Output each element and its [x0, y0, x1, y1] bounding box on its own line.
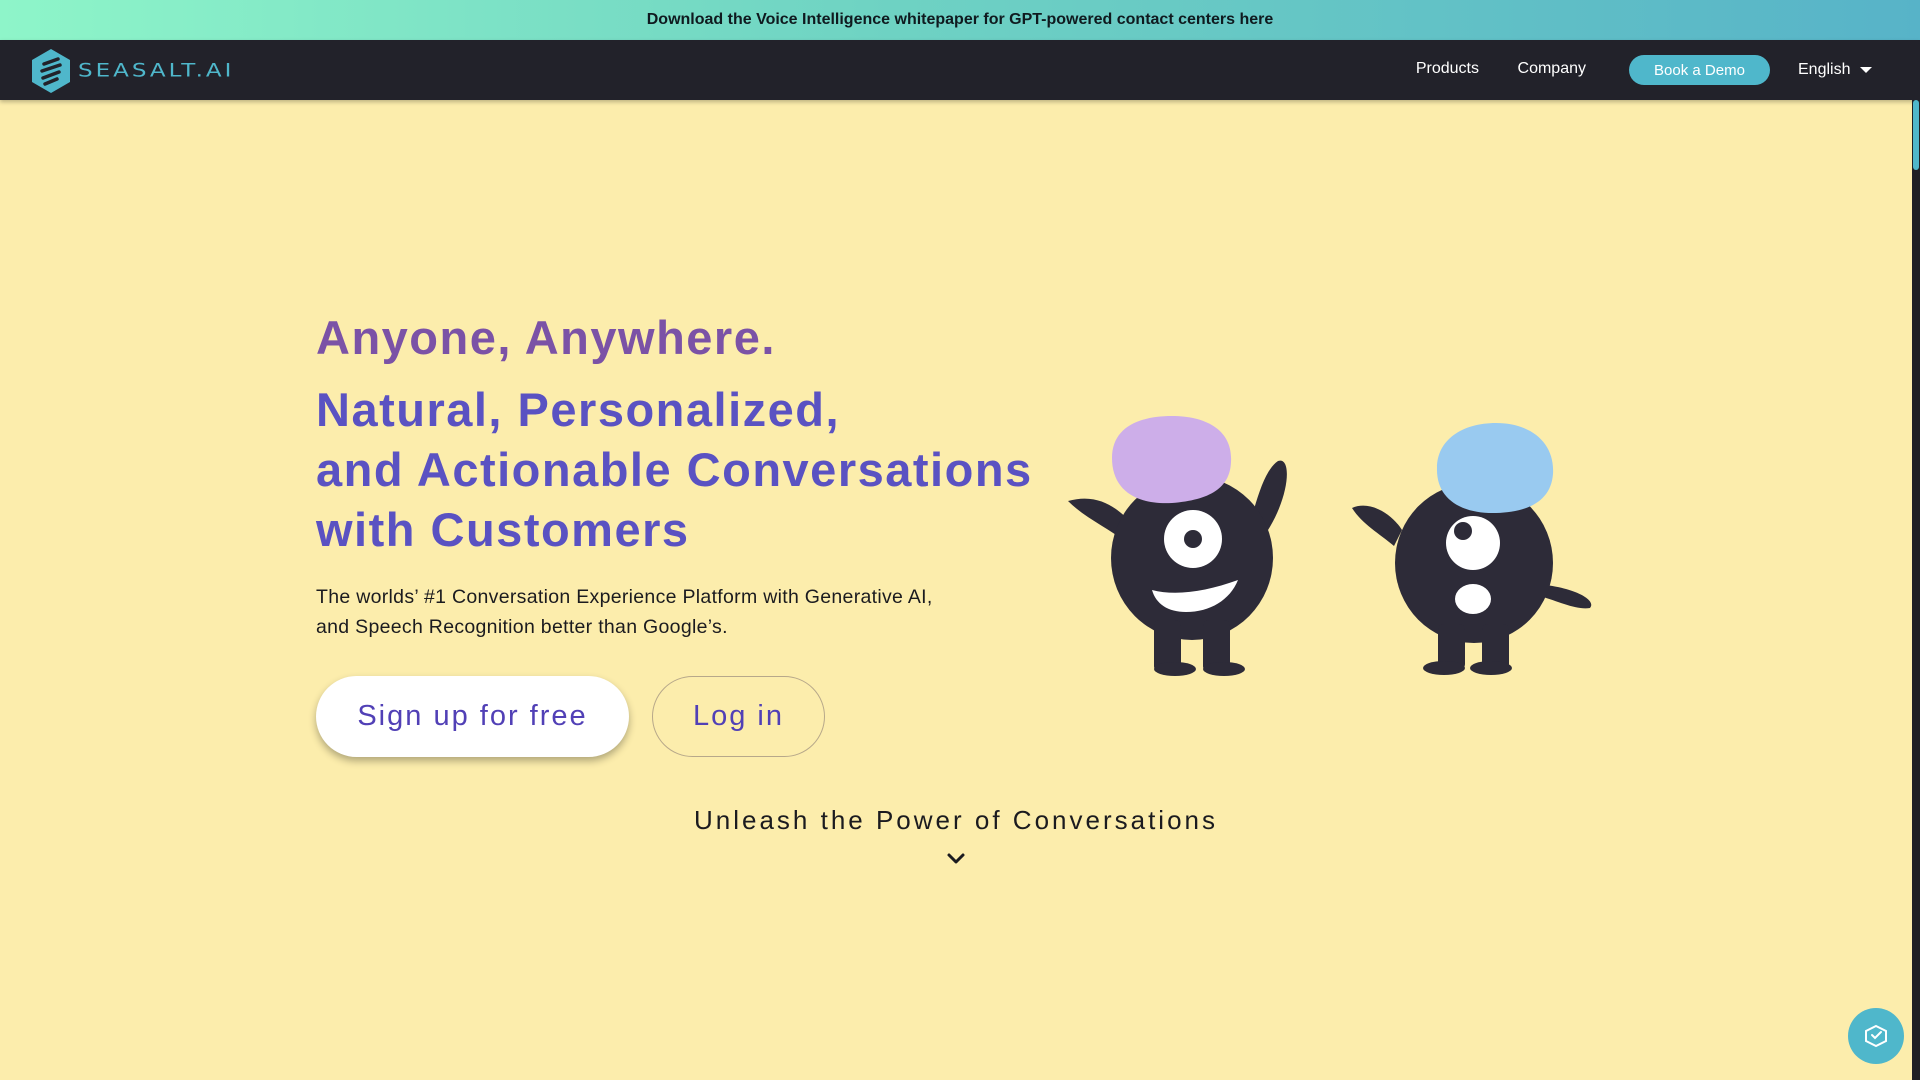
- hero-subheadline-line: Natural, Personalized,: [316, 383, 841, 436]
- hero-description: The worlds’ #1 Conversation Experience P…: [316, 582, 1016, 642]
- hero-subheadline-line: and Actionable Conversations: [316, 443, 1033, 496]
- logo[interactable]: SEASALT.AI: [30, 48, 234, 94]
- login-button[interactable]: Log in: [652, 676, 825, 757]
- language-selector[interactable]: English: [1798, 60, 1873, 80]
- language-label: English: [1798, 61, 1851, 78]
- hero-description-line: and Speech Recognition better than Googl…: [316, 616, 728, 638]
- hero-subheadline-line: with Customers: [316, 503, 690, 556]
- promo-banner[interactable]: Download the Voice Intelligence whitepap…: [0, 0, 1920, 40]
- hero-subheadline: Natural, Personalized, and Actionable Co…: [316, 380, 1033, 560]
- hero-headline: Anyone, Anywhere.: [316, 311, 776, 364]
- chat-widget-button[interactable]: [1848, 1008, 1904, 1064]
- mascots-illustration: [1068, 416, 1592, 676]
- mascot-right: [1352, 423, 1592, 675]
- section-title: Unleash the Power of Conversations: [693, 805, 1218, 835]
- hero-description-line: The worlds’ #1 Conversation Experience P…: [316, 586, 933, 608]
- signup-button[interactable]: Sign up for free: [316, 676, 629, 757]
- chat-widget-icon: [1865, 1024, 1887, 1048]
- scrollbar[interactable]: [1912, 100, 1920, 1080]
- nav-company[interactable]: Company: [1518, 60, 1586, 78]
- mascot-left: [1068, 416, 1287, 676]
- chevron-down-icon[interactable]: [946, 852, 966, 866]
- scrollbar-thumb[interactable]: [1913, 100, 1919, 170]
- nav-products[interactable]: Products: [1416, 60, 1479, 78]
- logo-text: SEASALT.AI: [78, 60, 235, 82]
- seasalt-logo-icon: [32, 49, 70, 93]
- promo-banner-text[interactable]: Download the Voice Intelligence whitepap…: [647, 11, 1274, 29]
- book-demo-button[interactable]: Book a Demo: [1629, 55, 1770, 85]
- caret-down-icon: [1860, 67, 1873, 73]
